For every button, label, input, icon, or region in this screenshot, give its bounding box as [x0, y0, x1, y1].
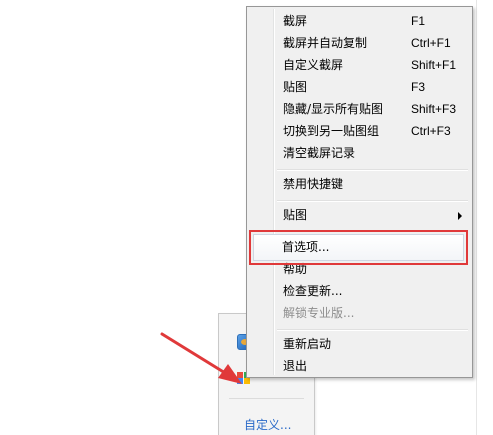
menu-item-label: 贴图	[283, 208, 308, 222]
menu-item-screenshot[interactable]: 截屏 F1	[249, 10, 470, 32]
menu-item-label: 截屏	[283, 14, 308, 28]
window-edge	[476, 0, 477, 435]
menu-item-label: 解锁专业版...	[283, 306, 355, 320]
menu-item-unlock-pro: 解锁专业版...	[249, 302, 470, 324]
menu-item-exit[interactable]: 退出	[249, 355, 470, 377]
menu-item-shortcut: Ctrl+F3	[411, 124, 451, 138]
menu-item-label: 清空截屏记录	[283, 146, 356, 160]
menu-item-check-updates[interactable]: 检查更新...	[249, 280, 470, 302]
menu-item-custom-screenshot[interactable]: 自定义截屏 Shift+F1	[249, 54, 470, 76]
menu-item-shortcut: Ctrl+F1	[411, 36, 451, 50]
menu-item-label: 禁用快捷键	[283, 177, 344, 191]
menu-separator	[277, 200, 468, 202]
context-menu: 截屏 F1 截屏并自动复制 Ctrl+F1 自定义截屏 Shift+F1 贴图 …	[246, 6, 473, 378]
menu-item-label: 重新启动	[283, 337, 332, 351]
menu-item-restart[interactable]: 重新启动	[249, 333, 470, 355]
screen: 自定义... 截屏 F1 截屏并自动复制 Ctrl+F1 自定义截屏 Shift…	[0, 0, 493, 435]
menu-item-label: 自定义截屏	[283, 58, 344, 72]
menu-separator	[277, 329, 468, 331]
menu-item-label: 截屏并自动复制	[283, 36, 368, 50]
menu-item-label: 贴图	[283, 80, 308, 94]
menu-item-label: 检查更新...	[283, 284, 343, 298]
menu-item-label: 退出	[283, 359, 308, 373]
menu-item-paste[interactable]: 贴图 F3	[249, 76, 470, 98]
preferences-label-highlighted[interactable]: 首选项...	[282, 236, 329, 258]
menu-item-shortcut: F1	[411, 14, 426, 28]
menu-separator	[277, 169, 468, 171]
menu-item-switch-group[interactable]: 切换到另一贴图组 Ctrl+F3	[249, 120, 470, 142]
menu-item-label: 隐藏/显示所有贴图	[283, 102, 384, 116]
menu-item-screenshot-copy[interactable]: 截屏并自动复制 Ctrl+F1	[249, 32, 470, 54]
red-arrow-annotation	[160, 332, 242, 384]
tray-divider	[229, 398, 304, 399]
customize-link[interactable]: 自定义...	[244, 416, 291, 433]
menu-item-shortcut: Shift+F3	[411, 102, 457, 116]
menu-item-label: 切换到另一贴图组	[283, 124, 380, 138]
menu-item-paste-submenu[interactable]: 贴图	[249, 204, 470, 226]
chevron-right-icon	[458, 212, 462, 220]
menu-item-toggle-pastes[interactable]: 隐藏/显示所有贴图 Shift+F3	[249, 98, 470, 120]
menu-item-shortcut: F3	[411, 80, 426, 94]
menu-item-disable-hotkeys[interactable]: 禁用快捷键	[249, 173, 470, 195]
menu-item-clear-history[interactable]: 清空截屏记录	[249, 142, 470, 164]
menu-item-shortcut: Shift+F1	[411, 58, 457, 72]
